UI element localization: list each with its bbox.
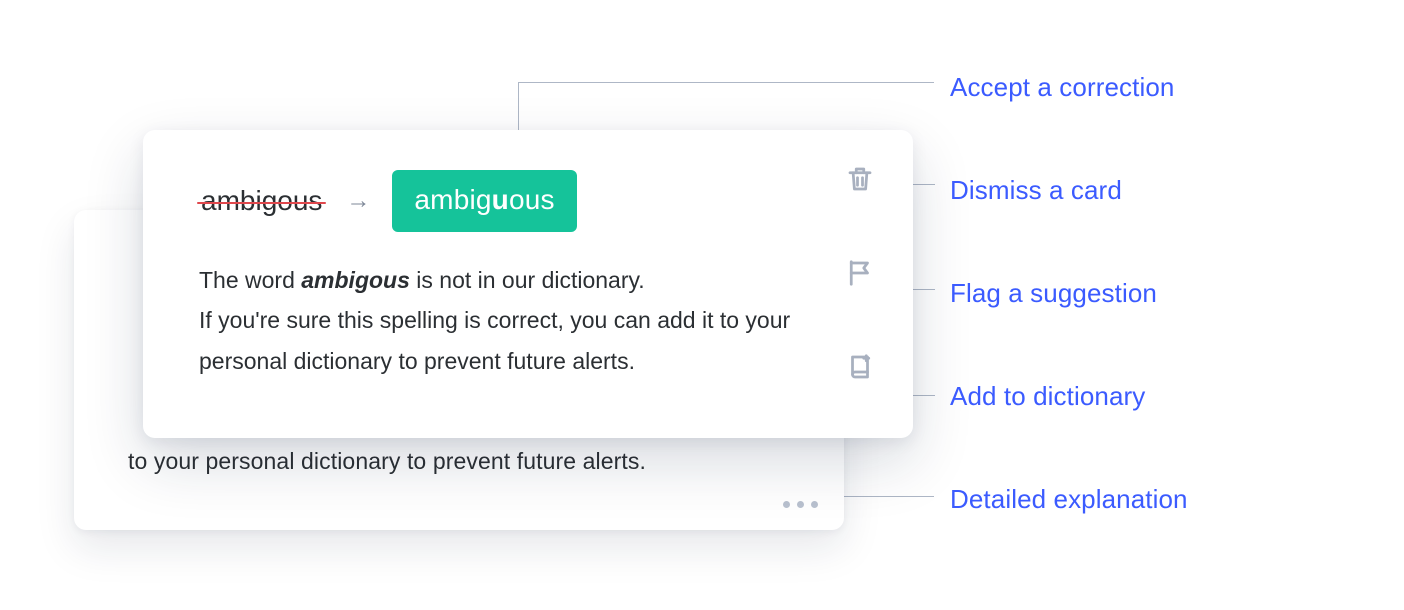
dismiss-button[interactable] — [843, 162, 877, 196]
accept-correction-button[interactable]: ambiguous — [392, 170, 576, 232]
correction-row: ambigous → ambiguous — [199, 170, 867, 232]
explanation-text-peek: to your personal dictionary to prevent f… — [128, 448, 646, 475]
suggested-word-highlight: u — [492, 186, 509, 214]
label-flag-suggestion[interactable]: Flag a suggestion — [950, 278, 1188, 309]
dots-icon — [811, 501, 818, 508]
explanation-text-part: is not in our dictionary. — [410, 267, 645, 293]
trash-icon — [845, 164, 875, 194]
label-add-dictionary[interactable]: Add to dictionary — [950, 381, 1188, 412]
explanation-text: The word ambigous is not in our dictiona… — [199, 260, 819, 381]
book-add-icon — [845, 352, 875, 382]
add-to-dictionary-button[interactable] — [843, 350, 877, 384]
label-accept-correction[interactable]: Accept a correction — [950, 72, 1188, 103]
flag-icon — [845, 258, 875, 288]
explanation-term: ambigous — [301, 267, 410, 293]
explanation-text-part: If you're sure this spelling is correct,… — [199, 307, 790, 373]
suggested-word-part: ous — [509, 186, 555, 214]
label-dismiss-card[interactable]: Dismiss a card — [950, 175, 1188, 206]
connector-line — [518, 82, 934, 83]
arrow-right-icon: → — [346, 189, 370, 213]
flag-button[interactable] — [843, 256, 877, 290]
more-menu-button[interactable] — [783, 501, 818, 508]
explanation-text-part: The word — [199, 267, 301, 293]
dots-icon — [797, 501, 804, 508]
dots-icon — [783, 501, 790, 508]
suggested-word-part: ambig — [414, 186, 491, 214]
label-detailed-explanation[interactable]: Detailed explanation — [950, 484, 1188, 515]
original-word: ambigous — [199, 185, 324, 217]
suggestion-card: ambigous → ambiguous The word ambigous i… — [143, 130, 913, 438]
